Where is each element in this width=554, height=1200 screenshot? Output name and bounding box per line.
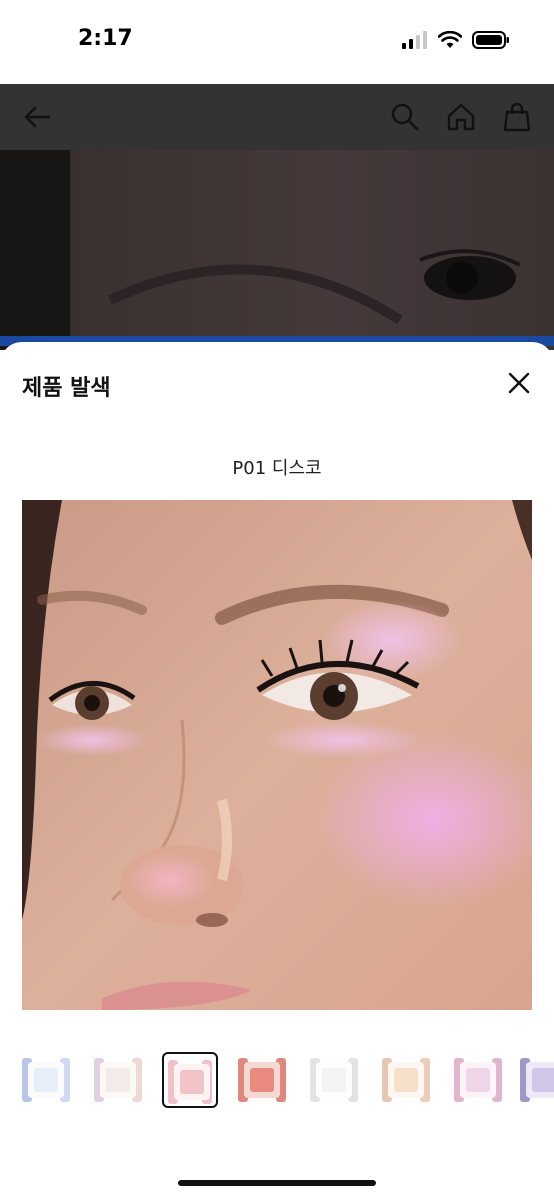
wifi-icon — [437, 30, 463, 53]
home-indicator — [178, 1180, 376, 1186]
search-icon[interactable] — [390, 102, 420, 136]
shade-thumbnail[interactable] — [234, 1052, 290, 1108]
shopping-bag-icon[interactable] — [502, 102, 532, 136]
color-swatch-sheet: 제품 발색 P01 디스코 — [0, 342, 554, 1200]
shade-thumbnail-selected[interactable] — [162, 1052, 218, 1108]
status-icons — [402, 30, 510, 54]
shade-thumbnail[interactable] — [90, 1052, 146, 1108]
shade-thumbnail-list — [0, 1052, 554, 1112]
background-product-photo — [0, 150, 554, 350]
shade-thumbnail[interactable] — [18, 1052, 74, 1108]
status-bar: 2:17 — [0, 0, 554, 84]
battery-icon — [472, 30, 510, 54]
swatch-model-photo — [22, 500, 532, 1010]
shade-thumbnail[interactable] — [516, 1052, 554, 1108]
close-button[interactable] — [504, 368, 534, 398]
back-arrow-icon[interactable] — [22, 102, 52, 136]
close-icon — [508, 372, 530, 394]
shade-thumbnail[interactable] — [306, 1052, 362, 1108]
shade-thumbnail[interactable] — [378, 1052, 434, 1108]
cellular-signal-icon — [402, 31, 428, 53]
app-bar — [0, 84, 554, 150]
screen: 2:17 제품 발색 P01 디스코 — [0, 0, 554, 1200]
home-icon[interactable] — [446, 102, 476, 136]
shade-name: P01 디스코 — [232, 458, 322, 479]
shade-thumbnail[interactable] — [450, 1052, 506, 1108]
status-time: 2:17 — [78, 26, 133, 51]
sheet-title: 제품 발색 — [22, 376, 111, 401]
